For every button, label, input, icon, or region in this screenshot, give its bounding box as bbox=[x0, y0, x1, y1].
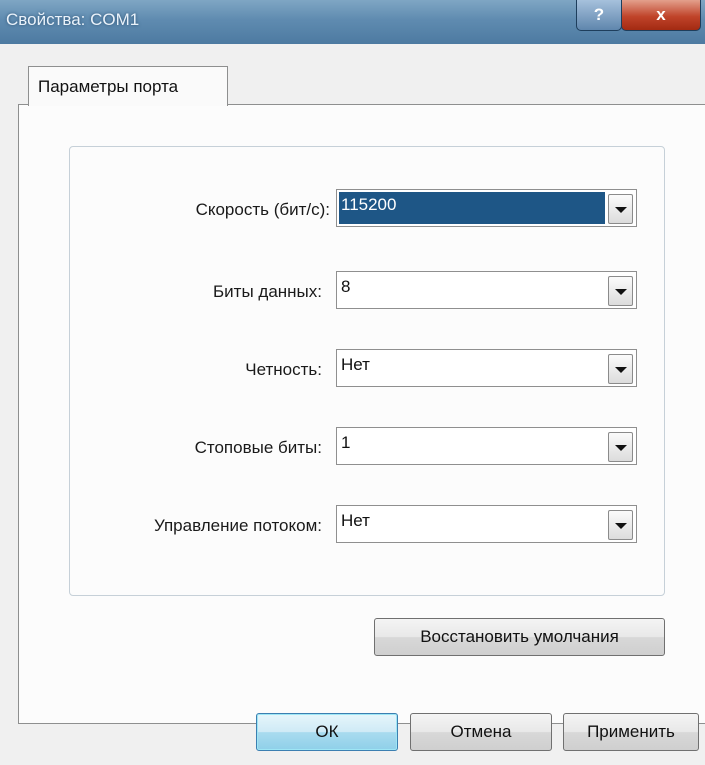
help-icon: ? bbox=[593, 5, 605, 24]
close-button[interactable]: x bbox=[621, 0, 701, 31]
data-bits-select[interactable]: 8 bbox=[336, 271, 637, 309]
apply-button[interactable]: Применить bbox=[563, 713, 699, 751]
tab-port-settings[interactable]: Параметры порта bbox=[28, 66, 228, 106]
cancel-button[interactable]: Отмена bbox=[410, 713, 552, 751]
parity-value: Нет bbox=[341, 355, 370, 374]
restore-defaults-button[interactable]: Восстановить умолчания bbox=[374, 618, 665, 656]
data-bits-value: 8 bbox=[341, 277, 351, 296]
flow-control-value: Нет bbox=[341, 511, 370, 530]
dropdown-arrow-icon[interactable] bbox=[608, 194, 633, 224]
speed-label: Скорость (бит/с): bbox=[195, 200, 330, 219]
stop-bits-value: 1 bbox=[341, 433, 351, 452]
dropdown-arrow-icon[interactable] bbox=[608, 276, 633, 306]
ok-button[interactable]: ОК bbox=[256, 713, 398, 751]
title-bar[interactable]: Свойства: COM1 ? x bbox=[0, 0, 705, 44]
dropdown-arrow-icon[interactable] bbox=[608, 354, 633, 384]
flow-control-select[interactable]: Нет bbox=[336, 505, 637, 543]
flow-control-label: Управление потоком: bbox=[153, 516, 322, 535]
dropdown-arrow-icon[interactable] bbox=[608, 432, 633, 462]
speed-value: 115200 bbox=[341, 195, 397, 214]
parity-select[interactable]: Нет bbox=[336, 349, 637, 387]
data-bits-label: Биты данных: bbox=[213, 282, 322, 301]
stop-bits-label: Стоповые биты: bbox=[194, 438, 322, 457]
dropdown-arrow-icon[interactable] bbox=[608, 510, 633, 540]
window-title: Свойства: COM1 bbox=[6, 10, 140, 29]
parity-label: Четность: bbox=[245, 360, 322, 379]
close-icon: x bbox=[656, 5, 666, 24]
stop-bits-select[interactable]: 1 bbox=[336, 427, 637, 465]
properties-dialog: Свойства: COM1 ? x Параметры порта Скоро… bbox=[0, 0, 705, 765]
speed-select[interactable]: 115200 bbox=[336, 189, 637, 227]
help-button[interactable]: ? bbox=[576, 0, 622, 31]
